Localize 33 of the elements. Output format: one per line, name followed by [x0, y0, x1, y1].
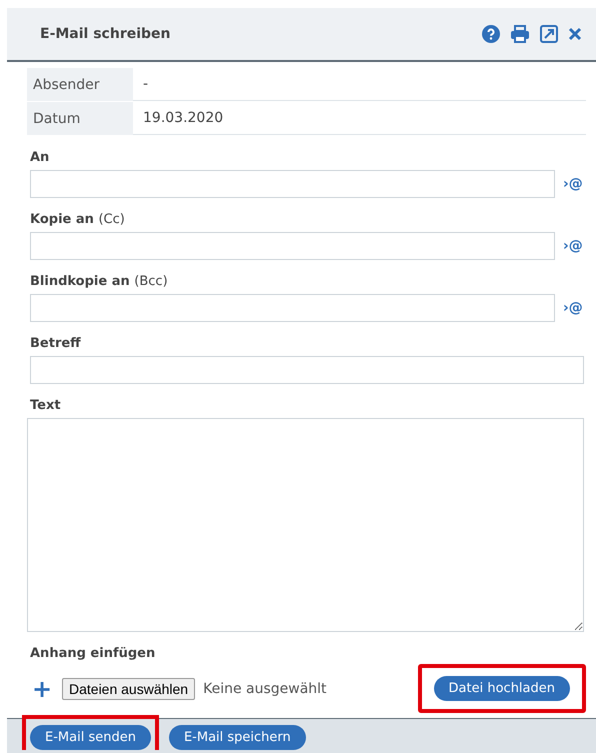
- add-button[interactable]: +: [30, 674, 54, 702]
- info-value: 19.03.2020: [133, 102, 586, 135]
- input-field[interactable]: [30, 170, 555, 198]
- field-label: Blindkopie an (Bcc): [30, 274, 169, 289]
- text-area[interactable]: [27, 418, 584, 632]
- info-label: Datum: [27, 102, 133, 135]
- footer-button[interactable]: E-Mail speichern: [168, 725, 306, 750]
- info-value: -: [133, 68, 586, 101]
- help-icon: [482, 25, 500, 43]
- address-book-link[interactable]: ›@: [563, 238, 586, 254]
- section-label: Anhang einfügen: [30, 646, 156, 661]
- window-title: E-Mail schreiben: [40, 26, 172, 42]
- field-label: An: [30, 150, 50, 165]
- info-label: Absender: [27, 68, 133, 101]
- input-field[interactable]: [30, 356, 584, 384]
- help-button[interactable]: [482, 25, 500, 43]
- field-label: Betreff: [30, 336, 82, 351]
- print-icon: [510, 25, 530, 43]
- choose-files-button[interactable]: Dateien auswählen: [62, 678, 196, 700]
- close-icon: [568, 27, 582, 41]
- address-book-link[interactable]: ›@: [563, 176, 586, 192]
- input-field[interactable]: [30, 232, 555, 260]
- popout-icon: [540, 25, 558, 43]
- upload-button[interactable]: Datei hochladen: [434, 676, 570, 701]
- address-book-link[interactable]: ›@: [563, 300, 586, 316]
- close-button[interactable]: [568, 27, 582, 41]
- popout-button[interactable]: [540, 25, 558, 43]
- file-status: Keine ausgewählt: [203, 680, 328, 696]
- footer-button[interactable]: E-Mail senden: [30, 725, 151, 750]
- field-label: Text: [30, 398, 62, 413]
- input-field[interactable]: [30, 294, 555, 322]
- print-button[interactable]: [510, 25, 530, 43]
- field-label: Kopie an (Cc): [30, 212, 126, 227]
